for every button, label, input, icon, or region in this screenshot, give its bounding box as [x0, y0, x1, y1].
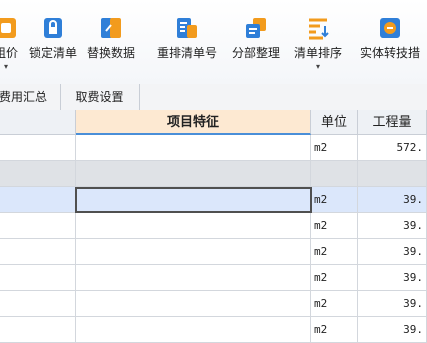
column-header-quantity[interactable]: 工程量 — [358, 110, 427, 135]
bill-grid: 项目特征 单位 工程量 m2 572. m2 39. m2 39. m2 39. m2 39. m2… — [0, 110, 427, 343]
table-row[interactable]: m2 39. — [0, 213, 427, 239]
unit-cell[interactable]: m2 — [311, 291, 358, 317]
feature-cell[interactable] — [76, 291, 311, 317]
quantity-cell[interactable]: 39. — [358, 187, 427, 213]
chevron-down-icon: ▾ — [3, 62, 9, 71]
quantity-cell[interactable]: 39. — [358, 239, 427, 265]
unit-cell[interactable]: m2 — [311, 135, 358, 161]
lead-cell[interactable] — [0, 265, 76, 291]
feature-cell[interactable] — [76, 213, 311, 239]
organize-sections-button[interactable]: 分部整理 — [230, 0, 282, 80]
convert-measure-button[interactable]: 实体转技措 — [356, 0, 424, 80]
table-row[interactable]: m2 39. — [0, 291, 427, 317]
group-row[interactable] — [0, 161, 427, 187]
column-header-item-features[interactable]: 项目特征 — [76, 110, 311, 135]
convert-measure-label: 实体转技措 — [359, 46, 420, 60]
convert-icon — [380, 18, 400, 38]
tab-fee-settings-label: 取费设置 — [75, 90, 124, 104]
sort-list-label: 清单排序 — [293, 46, 342, 60]
unit-cell[interactable]: m2 — [311, 187, 358, 213]
quantity-cell[interactable]: 572. — [358, 135, 427, 161]
lead-cell[interactable] — [0, 135, 76, 161]
price-icon — [0, 18, 16, 38]
chevron-down-icon: ▾ — [315, 62, 321, 71]
price-label: 组价 — [0, 46, 18, 60]
lead-cell[interactable] — [0, 291, 76, 317]
lock-list-button[interactable]: 锁定清单 — [28, 0, 78, 80]
unit-cell[interactable]: m2 — [311, 265, 358, 291]
organize-sections-label: 分部整理 — [231, 46, 280, 60]
quantity-cell[interactable]: 39. — [358, 265, 427, 291]
table-row[interactable]: m2 572. — [0, 135, 427, 161]
lock-icon — [44, 18, 62, 38]
table-row[interactable]: m2 39. — [0, 239, 427, 265]
sub-tab-bar: 费用汇总 取费设置 — [0, 84, 427, 111]
lead-cell[interactable] — [0, 161, 76, 187]
lead-cell[interactable] — [0, 187, 76, 213]
column-header-unit[interactable]: 单位 — [311, 110, 358, 135]
column-header-left[interactable] — [0, 110, 76, 135]
focused-cell[interactable] — [75, 187, 312, 213]
unit-cell[interactable]: m2 — [311, 213, 358, 239]
feature-cell[interactable] — [76, 135, 311, 161]
lead-cell[interactable] — [0, 239, 76, 265]
quantity-cell[interactable] — [358, 161, 427, 187]
unit-cell[interactable] — [311, 161, 358, 187]
quantity-cell[interactable]: 39. — [358, 213, 427, 239]
feature-cell[interactable] — [76, 265, 311, 291]
renumber-icon — [177, 18, 197, 38]
quantity-cell[interactable]: 39. — [358, 291, 427, 317]
renumber-list-button[interactable]: 重排清单号 — [156, 0, 218, 80]
lock-list-label: 锁定清单 — [28, 46, 77, 60]
sort-list-button[interactable]: 清单排序 ▾ — [292, 0, 344, 80]
table-row[interactable]: m2 39. — [0, 317, 427, 343]
quantity-cell[interactable]: 39. — [358, 317, 427, 343]
lead-cell[interactable] — [0, 317, 76, 343]
replace-icon — [101, 18, 121, 38]
feature-cell[interactable] — [76, 317, 311, 343]
unit-cell[interactable]: m2 — [311, 239, 358, 265]
lead-cell[interactable] — [0, 213, 76, 239]
tab-fee-summary-label: 费用汇总 — [0, 90, 47, 104]
replace-data-button[interactable]: 替换数据 — [86, 0, 136, 80]
tab-fee-settings[interactable]: 取费设置 — [60, 84, 140, 110]
price-button[interactable]: 组价 ▾ — [0, 0, 26, 80]
replace-data-label: 替换数据 — [86, 46, 135, 60]
feature-cell[interactable] — [76, 239, 311, 265]
toolbar: 组价 ▾ 锁定清单 替换数据 重排清单号 分部整理 清单排序 ▾ 实体转技措 — [0, 0, 427, 85]
organize-icon — [246, 18, 266, 38]
table-row[interactable]: m2 39. — [0, 265, 427, 291]
tab-fee-summary[interactable]: 费用汇总 — [0, 84, 61, 110]
unit-cell[interactable]: m2 — [311, 317, 358, 343]
feature-cell[interactable] — [76, 161, 311, 187]
sort-icon — [309, 18, 329, 40]
renumber-list-label: 重排清单号 — [156, 46, 217, 60]
